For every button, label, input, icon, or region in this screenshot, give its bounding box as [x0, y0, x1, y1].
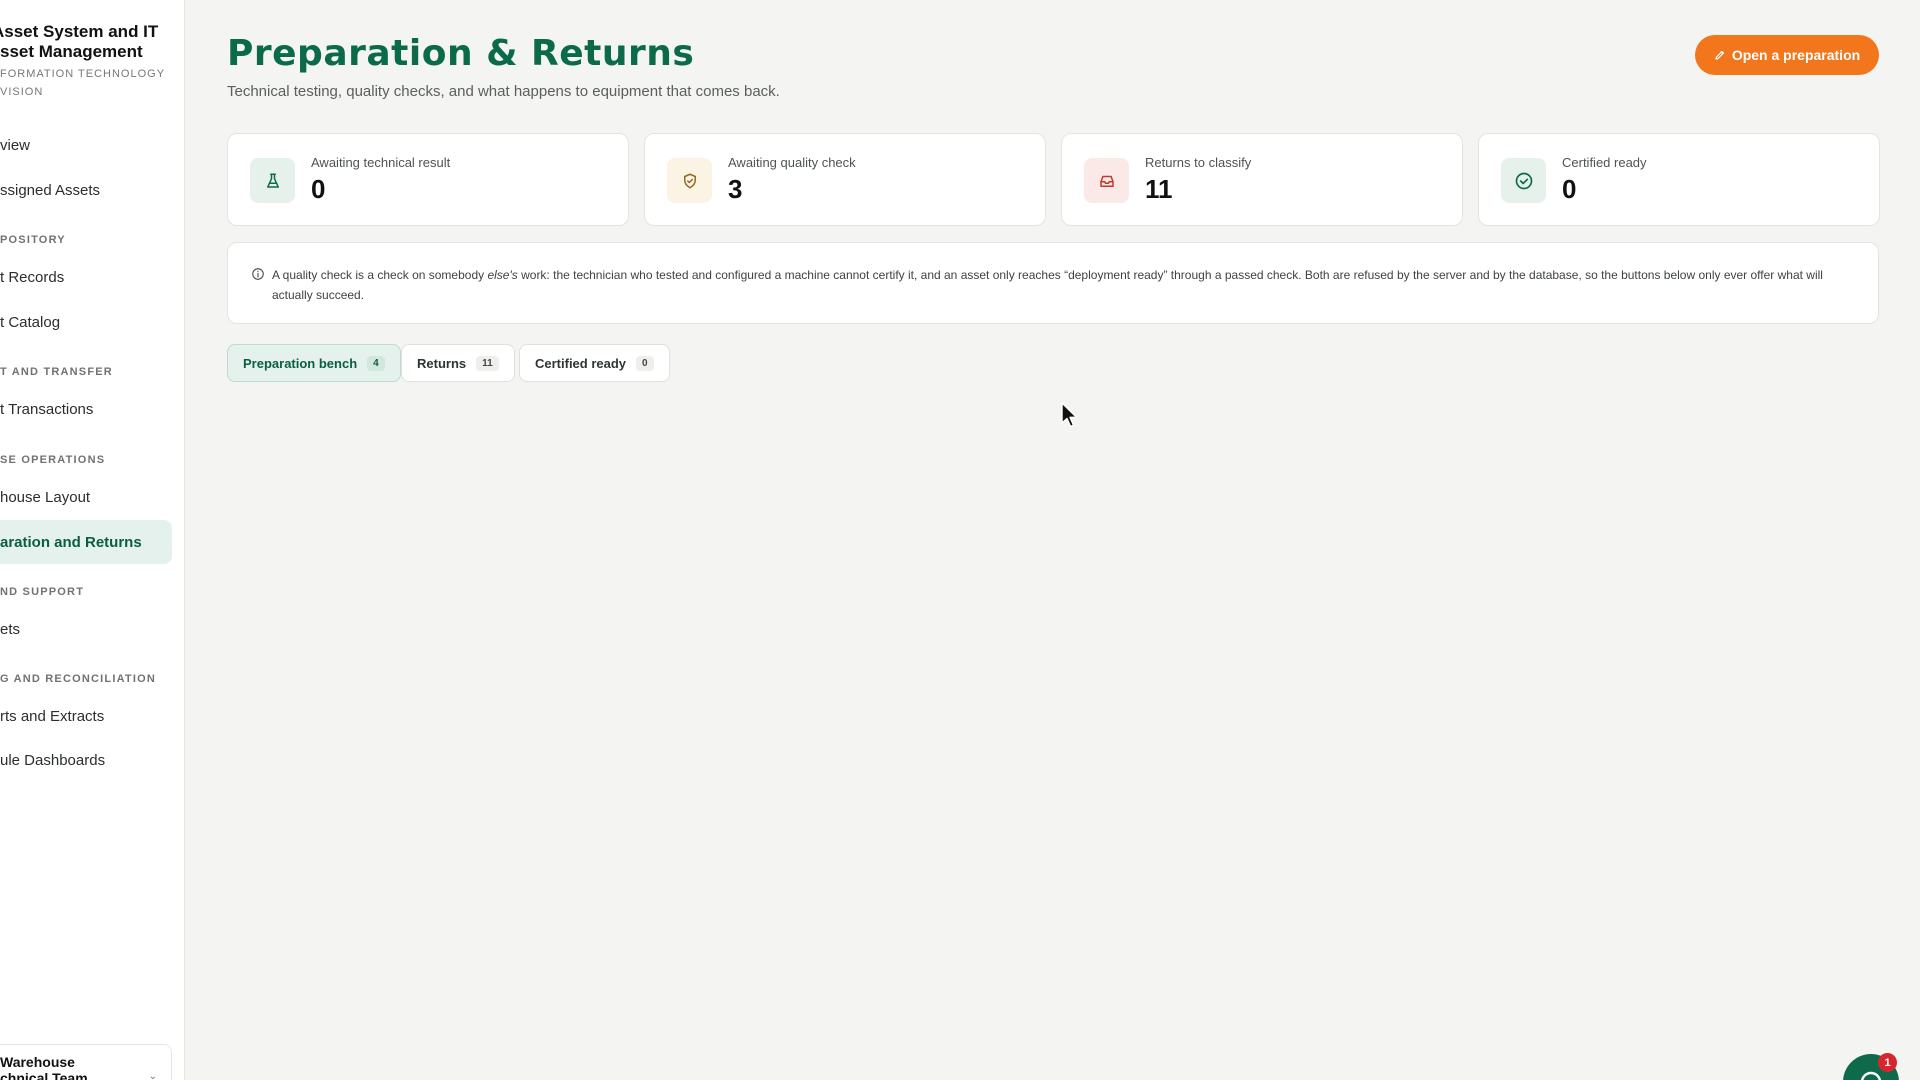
- open-preparation-label: Open a preparation: [1731, 47, 1861, 63]
- notice-text: A quality check is a check on somebody e…: [272, 265, 1858, 305]
- brand-subtitle-line2: VISION: [0, 86, 44, 98]
- brand-title-line1: Asset System and IT: [0, 22, 159, 41]
- page-subtitle: Technical testing, quality checks, and w…: [227, 83, 780, 100]
- mouse-cursor-icon: [1061, 402, 1078, 428]
- stat-value: 3: [728, 174, 743, 204]
- notice-text-before: A quality check is a check on somebody: [272, 268, 488, 282]
- sidebar-item-label: t Transactions: [0, 400, 94, 418]
- sidebar-item-module-dashboards[interactable]: ule Dashboards: [0, 738, 172, 782]
- tab-certified-ready[interactable]: Certified ready 0: [519, 344, 670, 382]
- stat-card-awaiting-quality: Awaiting quality check 3: [644, 133, 1046, 226]
- stat-label: Awaiting technical result: [311, 155, 451, 170]
- sidebar-section-warehouse-operations: SE OPERATIONS: [0, 454, 106, 466]
- shield-check-icon: [667, 158, 712, 203]
- sidebar-item-reports-and-extracts[interactable]: rts and Extracts: [0, 694, 172, 738]
- stat-value: 0: [311, 174, 326, 204]
- sidebar-item-label: aration and Returns: [0, 533, 142, 551]
- tab-label: Certified ready: [535, 355, 627, 371]
- sidebar-item-label: t Catalog: [0, 313, 61, 331]
- sidebar-item-label: ets: [0, 620, 21, 638]
- stat-card-certified-ready: Certified ready 0: [1478, 133, 1880, 226]
- stat-card-returns-to-classify: Returns to classify 11: [1061, 133, 1463, 226]
- pencil-icon: [1715, 50, 1724, 60]
- sidebar-item-warehouse-layout[interactable]: house Layout: [0, 475, 172, 519]
- sidebar-item-label: ssigned Assets: [0, 181, 101, 199]
- sidebar-item-overview[interactable]: view: [0, 123, 172, 167]
- chat-notification-badge: 1: [1878, 1053, 1897, 1072]
- stat-label: Awaiting quality check: [728, 155, 856, 170]
- sidebar-item-preparation-and-returns[interactable]: aration and Returns: [0, 520, 172, 564]
- sidebar-item-asset-records[interactable]: t Records: [0, 255, 172, 299]
- stat-value: 0: [1562, 174, 1577, 204]
- notice-text-emphasis: else's: [487, 268, 518, 282]
- tab-returns[interactable]: Returns 11: [401, 344, 515, 382]
- inbox-icon: [1084, 158, 1129, 203]
- tab-count: 11: [476, 355, 499, 371]
- sidebar-item-label: house Layout: [0, 488, 91, 506]
- tab-count: 4: [367, 355, 385, 371]
- brand: Asset System and IT sset Management FORM…: [0, 22, 184, 101]
- page-title: Preparation & Returns: [227, 33, 695, 74]
- team-switcher[interactable]: Warehouse chnical Team ⌄: [0, 1044, 172, 1080]
- info-notice: A quality check is a check on somebody e…: [227, 242, 1879, 324]
- sidebar-item-tickets[interactable]: ets: [0, 607, 172, 651]
- stat-value: 11: [1145, 174, 1173, 204]
- sidebar: Asset System and IT sset Management FORM…: [0, 0, 185, 1080]
- stat-label: Certified ready: [1562, 155, 1647, 170]
- sidebar-section-reconciliation: G AND RECONCILIATION: [0, 673, 156, 685]
- sidebar-section-repository: POSITORY: [0, 234, 66, 246]
- brand-subtitle-line1: FORMATION TECHNOLOGY: [0, 68, 166, 80]
- brand-title-line2: sset Management: [0, 42, 143, 61]
- open-preparation-button[interactable]: Open a preparation: [1695, 35, 1879, 75]
- check-circle-icon: [1501, 158, 1546, 203]
- tab-label: Preparation bench: [243, 355, 358, 371]
- sidebar-item-asset-catalog[interactable]: t Catalog: [0, 300, 172, 344]
- tab-label: Returns: [417, 355, 467, 371]
- sidebar-item-label: t Records: [0, 268, 65, 286]
- sidebar-item-asset-transactions[interactable]: t Transactions: [0, 387, 172, 431]
- sidebar-section-transfer: T AND TRANSFER: [0, 366, 113, 378]
- sidebar-item-label: view: [0, 136, 31, 154]
- chevron-down-icon: ⌄: [148, 1071, 157, 1080]
- stat-card-awaiting-technical: Awaiting technical result 0: [227, 133, 629, 226]
- sidebar-item-assigned-assets[interactable]: ssigned Assets: [0, 168, 172, 212]
- tab-preparation-bench[interactable]: Preparation bench 4: [227, 344, 401, 382]
- stat-label: Returns to classify: [1145, 155, 1252, 170]
- info-icon: [252, 268, 264, 280]
- flask-icon: [250, 158, 295, 203]
- sidebar-item-label: ule Dashboards: [0, 751, 106, 769]
- tab-count: 0: [636, 355, 654, 371]
- sidebar-item-label: rts and Extracts: [0, 707, 105, 725]
- team-name-line2: chnical Team: [0, 1070, 88, 1080]
- sidebar-section-support: ND SUPPORT: [0, 586, 85, 598]
- team-name-line1: Warehouse: [0, 1054, 75, 1070]
